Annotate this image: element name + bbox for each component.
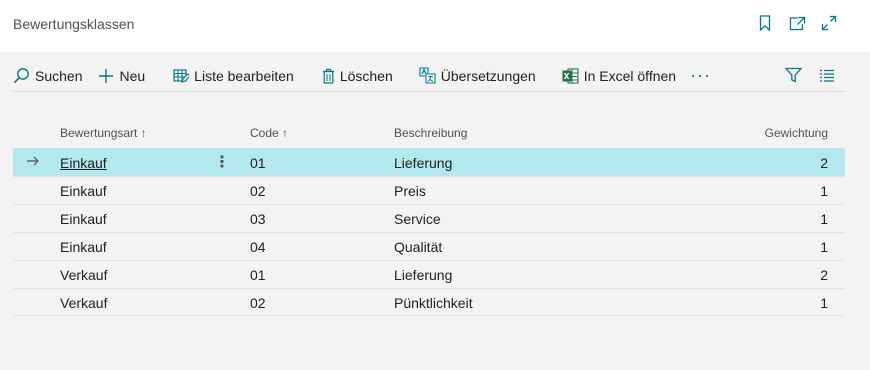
translations-icon [419,67,436,84]
cell-gewichtung: 1 [820,295,828,311]
bookmark-icon[interactable] [756,14,774,32]
header-bewertungsart[interactable]: Bewertungsart ↑ [60,126,147,140]
data-grid: Bewertungsart ↑ Code ↑ Beschreibung Gewi… [13,120,845,316]
search-icon [13,68,29,84]
filter-icon[interactable] [783,64,803,86]
table-row[interactable]: Verkauf 01 Lieferung 2 [13,260,845,288]
cell-beschreibung: Preis [394,183,426,199]
translations-label: Übersetzungen [440,67,536,84]
open-in-excel-label: In Excel öffnen [583,67,677,84]
cell-bewertungsart[interactable]: Einkauf [60,211,107,227]
toolbar-right [783,64,837,86]
cell-bewertungsart[interactable]: Verkauf [60,267,107,283]
excel-icon [562,67,579,84]
table-row[interactable]: Verkauf 02 Pünktlichkeit 1 [13,288,845,316]
list-view-icon[interactable] [817,64,837,86]
new-label: Neu [119,67,146,84]
cell-code: 02 [250,183,266,199]
trash-icon [322,68,334,84]
cell-beschreibung: Pünktlichkeit [394,295,473,311]
table-header: Bewertungsart ↑ Code ↑ Beschreibung Gewi… [13,120,845,148]
cell-gewichtung: 2 [820,155,828,171]
cell-code: 02 [250,295,266,311]
page-title: Bewertungsklassen [13,16,135,32]
cell-beschreibung: Lieferung [394,155,453,171]
cell-code: 04 [250,239,266,255]
cell-gewichtung: 1 [820,183,828,199]
edit-list-icon [173,68,190,83]
cell-code: 03 [250,211,266,227]
table-row[interactable]: Einkauf 04 Qualität 1 [13,232,845,260]
table-row[interactable]: Einkauf ⋮ 01 Lieferung 2 [13,148,845,176]
cell-beschreibung: Lieferung [394,267,453,283]
row-actions-icon[interactable]: ⋮ [214,152,230,172]
cell-gewichtung: 2 [820,267,828,283]
plus-icon [99,68,114,83]
header-code[interactable]: Code ↑ [250,126,288,140]
cell-gewichtung: 1 [820,239,828,255]
table-row[interactable]: Einkauf 03 Service 1 [13,204,845,232]
cell-beschreibung: Qualität [394,239,443,255]
cell-code: 01 [250,267,266,283]
cell-code: 01 [250,155,266,171]
search-label: Suchen [35,67,83,84]
more-options-button[interactable]: ··· [690,65,711,86]
cell-bewertungsart[interactable]: Einkauf [60,239,107,255]
cell-beschreibung: Service [394,211,441,227]
search-button[interactable]: Suchen [13,62,82,90]
title-actions [756,14,838,32]
new-button[interactable]: Neu [98,62,145,90]
row-selector-arrow-icon[interactable] [26,154,40,171]
delete-button[interactable]: Löschen [322,62,393,90]
cell-bewertungsart[interactable]: Einkauf [60,183,107,199]
table-row[interactable]: Einkauf 02 Preis 1 [13,176,845,204]
header-gewichtung[interactable]: Gewichtung [765,126,828,140]
expand-icon[interactable] [820,14,838,32]
cell-bewertungsart[interactable]: Einkauf [60,155,107,171]
open-in-new-window-icon[interactable] [788,14,806,32]
action-bar: Suchen Neu Liste bearbeiten Löschen Über… [13,60,845,92]
cell-gewichtung: 1 [820,211,828,227]
cell-bewertungsart[interactable]: Verkauf [60,295,107,311]
delete-label: Löschen [339,67,393,84]
translations-button[interactable]: Übersetzungen [419,62,536,90]
open-in-excel-button[interactable]: In Excel öffnen [562,62,676,90]
edit-list-label: Liste bearbeiten [194,67,294,84]
edit-list-button[interactable]: Liste bearbeiten [173,62,294,90]
header-beschreibung[interactable]: Beschreibung [394,126,467,140]
title-bar: Bewertungsklassen [0,0,870,52]
